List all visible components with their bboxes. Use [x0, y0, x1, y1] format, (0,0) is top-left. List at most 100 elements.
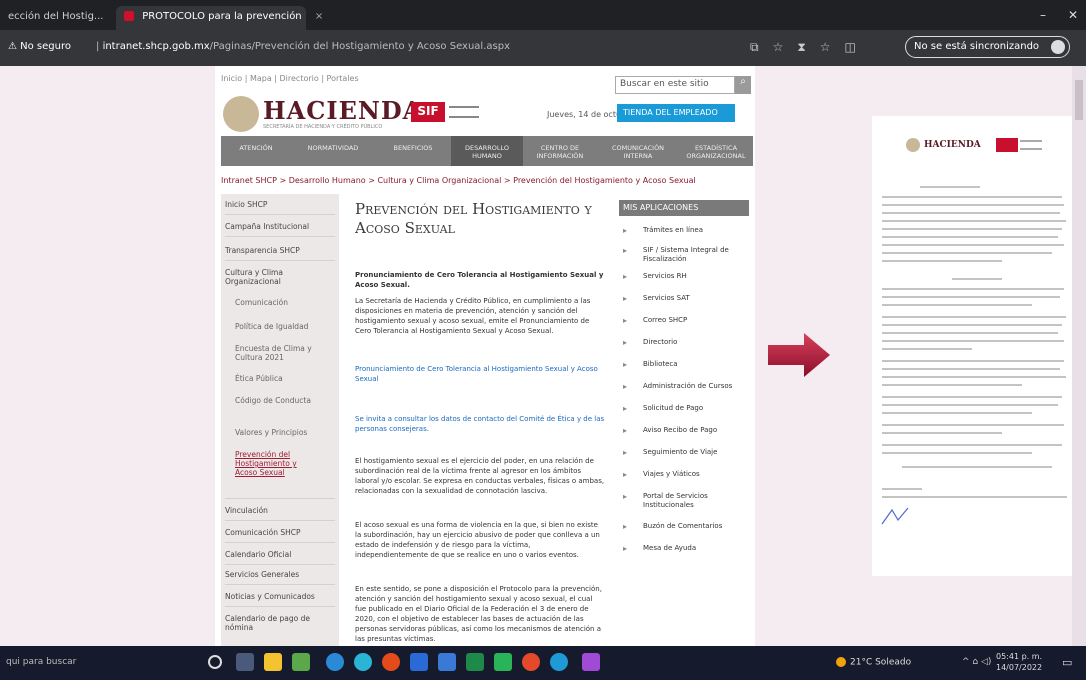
- leftnav-item[interactable]: Cultura y Clima Organizacional: [225, 268, 329, 286]
- teams-icon[interactable]: [582, 653, 600, 671]
- pronunciamiento-link[interactable]: Pronunciamiento de Cero Tolerancia al Ho…: [355, 364, 605, 384]
- paragraph-link[interactable]: Se invita a consultar los datos de conta…: [355, 414, 605, 434]
- favicon-icon: [124, 11, 134, 21]
- app-icon[interactable]: [494, 653, 512, 671]
- search-input[interactable]: Buscar en este sitio: [615, 76, 735, 94]
- app-link[interactable]: Correo SHCP: [643, 316, 743, 325]
- app-link[interactable]: Directorio: [643, 338, 743, 347]
- tab-active[interactable]: PROTOCOLO para la prevención ×: [116, 6, 323, 30]
- doc-text-line: [882, 204, 1064, 206]
- sync-button[interactable]: No se está sincronizando: [905, 36, 1071, 58]
- word-icon[interactable]: [438, 653, 456, 671]
- app-link[interactable]: Aviso Recibo de Pago: [643, 426, 743, 435]
- taskbar-search[interactable]: qui para buscar: [6, 657, 76, 667]
- close-icon[interactable]: ×: [315, 11, 323, 22]
- page-title: Prevención del Hostigamiento y Acoso Sex…: [355, 200, 592, 237]
- search-icon[interactable]: ⌕: [735, 76, 751, 94]
- doc-text-line: [882, 396, 1062, 398]
- taskview-icon[interactable]: [236, 653, 254, 671]
- doc-text-line: [882, 496, 1067, 498]
- leftnav-item[interactable]: Comunicación SHCP: [225, 528, 301, 537]
- url-field[interactable]: | intranet.shcp.gob.mx/Paginas/Prevenció…: [96, 41, 510, 52]
- edge-active-icon[interactable]: [550, 653, 568, 671]
- firefox-icon[interactable]: [382, 653, 400, 671]
- leftnav-subitem-current[interactable]: Prevención del Hostigamiento y Acoso Sex…: [235, 450, 321, 477]
- scrollbar-thumb[interactable]: [1075, 80, 1083, 120]
- tienda-button[interactable]: TIENDA DEL EMPLEADO: [617, 104, 735, 122]
- leftnav-item[interactable]: Campaña Institucional: [225, 222, 309, 231]
- top-links[interactable]: Inicio | Mapa | Directorio | Portales: [221, 74, 359, 83]
- clock[interactable]: 05:41 p. m. 14/07/2022: [996, 651, 1042, 673]
- app-link[interactable]: Mesa de Ayuda: [643, 544, 743, 553]
- nav-item[interactable]: COMUNICACIÓN INTERNA: [597, 136, 679, 166]
- nav-item-active[interactable]: DESARROLLO HUMANO: [451, 136, 523, 166]
- app-link[interactable]: Viajes y Viáticos: [643, 470, 743, 479]
- doc-text-line: [882, 260, 1002, 262]
- leftnav-subitem[interactable]: Encuesta de Clima y Cultura 2021: [235, 344, 325, 362]
- paragraph: El hostigamiento sexual es el ejercicio …: [355, 457, 605, 495]
- doc-text-line: [882, 304, 1032, 306]
- nav-item[interactable]: ATENCIÓN: [221, 136, 291, 166]
- app-link[interactable]: Administración de Cursos: [643, 382, 743, 391]
- tab-prev[interactable]: ección del Hostig... ×: [0, 6, 133, 30]
- app-link[interactable]: Solicitud de Pago: [643, 404, 743, 413]
- app-link[interactable]: SIF / Sistema Integral de Fiscalización: [643, 246, 743, 264]
- outlook-icon[interactable]: [410, 653, 428, 671]
- leftnav-subitem[interactable]: Ética Pública: [235, 374, 283, 383]
- leftnav-item[interactable]: Noticias y Comunicados: [225, 592, 315, 601]
- weather-widget[interactable]: 21°C Soleado: [836, 657, 911, 668]
- cortana-icon[interactable]: [208, 655, 222, 669]
- explorer-icon[interactable]: [264, 653, 282, 671]
- leftnav-item[interactable]: Inicio SHCP: [225, 200, 267, 209]
- leftnav-subitem[interactable]: Política de Igualdad: [235, 322, 308, 331]
- app-link[interactable]: Servicios RH: [643, 272, 743, 281]
- paragraph: El acoso sexual es una forma de violenci…: [355, 521, 600, 559]
- doc-sif-sub: [1020, 140, 1042, 150]
- app-link[interactable]: Portal de Servicios Institucionales: [643, 492, 743, 510]
- app-link[interactable]: Servicios SAT: [643, 294, 743, 303]
- sun-icon: [836, 657, 846, 667]
- app-icon: ▸: [623, 544, 628, 553]
- chrome-icon[interactable]: [522, 653, 540, 671]
- doc-text-line: [882, 212, 1060, 214]
- leftnav-item[interactable]: Transparencia SHCP: [225, 246, 300, 255]
- app-link[interactable]: Seguimiento de Viaje: [643, 448, 743, 457]
- leftnav-subitem[interactable]: Comunicación: [235, 298, 288, 307]
- app-link[interactable]: Biblioteca: [643, 360, 743, 369]
- system-tray[interactable]: ^ ⌂ ◁): [962, 657, 991, 667]
- edge-icon[interactable]: [354, 653, 372, 671]
- leftnav-item[interactable]: Calendario de pago de nómina: [225, 614, 329, 632]
- notification-icon[interactable]: ▭: [1062, 656, 1072, 669]
- nav-item[interactable]: BENEFICIOS: [375, 136, 451, 166]
- app-icon[interactable]: [326, 653, 344, 671]
- scrollbar[interactable]: [1072, 66, 1086, 646]
- arrow-right-icon: [768, 333, 830, 377]
- warning-icon[interactable]: ⚠ No seguro: [8, 41, 71, 52]
- nav-item[interactable]: ESTADÍSTICA ORGANIZACIONAL: [679, 136, 753, 166]
- toolbar-icons[interactable]: ⧉☆⧗☆◫: [750, 40, 870, 55]
- site-page: Inicio | Mapa | Directorio | Portales Bu…: [215, 66, 755, 646]
- main-content: Prevención del Hostigamiento y Acoso Sex…: [355, 200, 611, 646]
- close-window-icon[interactable]: ✕: [1068, 8, 1078, 22]
- app-link[interactable]: Buzón de Comentarios: [643, 522, 743, 531]
- app-icon[interactable]: [292, 653, 310, 671]
- excel-icon[interactable]: [466, 653, 484, 671]
- leftnav-subitem[interactable]: Código de Conducta: [235, 396, 325, 405]
- leftnav-item[interactable]: Calendario Oficial: [225, 550, 291, 559]
- app-link[interactable]: Trámites en línea: [643, 226, 743, 235]
- nav-item[interactable]: NORMATIVIDAD: [291, 136, 375, 166]
- document-preview: HACIENDA: [872, 116, 1072, 576]
- app-icon: ▸: [623, 360, 628, 369]
- minimize-icon[interactable]: –: [1040, 8, 1046, 22]
- leftnav-item[interactable]: Vinculación: [225, 506, 268, 515]
- apps-header: MIS APLICACIONES: [619, 200, 749, 216]
- leftnav-item[interactable]: Servicios Generales: [225, 570, 299, 579]
- breadcrumb[interactable]: Intranet SHCP > Desarrollo Humano > Cult…: [221, 176, 696, 185]
- logo-text[interactable]: HACIENDA: [263, 96, 422, 125]
- nav-item[interactable]: CENTRO DE INFORMACIÓN: [523, 136, 597, 166]
- apps-panel: MIS APLICACIONES ▸ Trámites en línea ▸ SIF…: [619, 200, 749, 620]
- doc-sif-logo: [996, 138, 1018, 152]
- sif-logo[interactable]: SIF: [411, 102, 445, 122]
- leftnav-subitem[interactable]: Valores y Principios: [235, 428, 307, 437]
- sync-label: No se está sincronizando: [914, 41, 1040, 52]
